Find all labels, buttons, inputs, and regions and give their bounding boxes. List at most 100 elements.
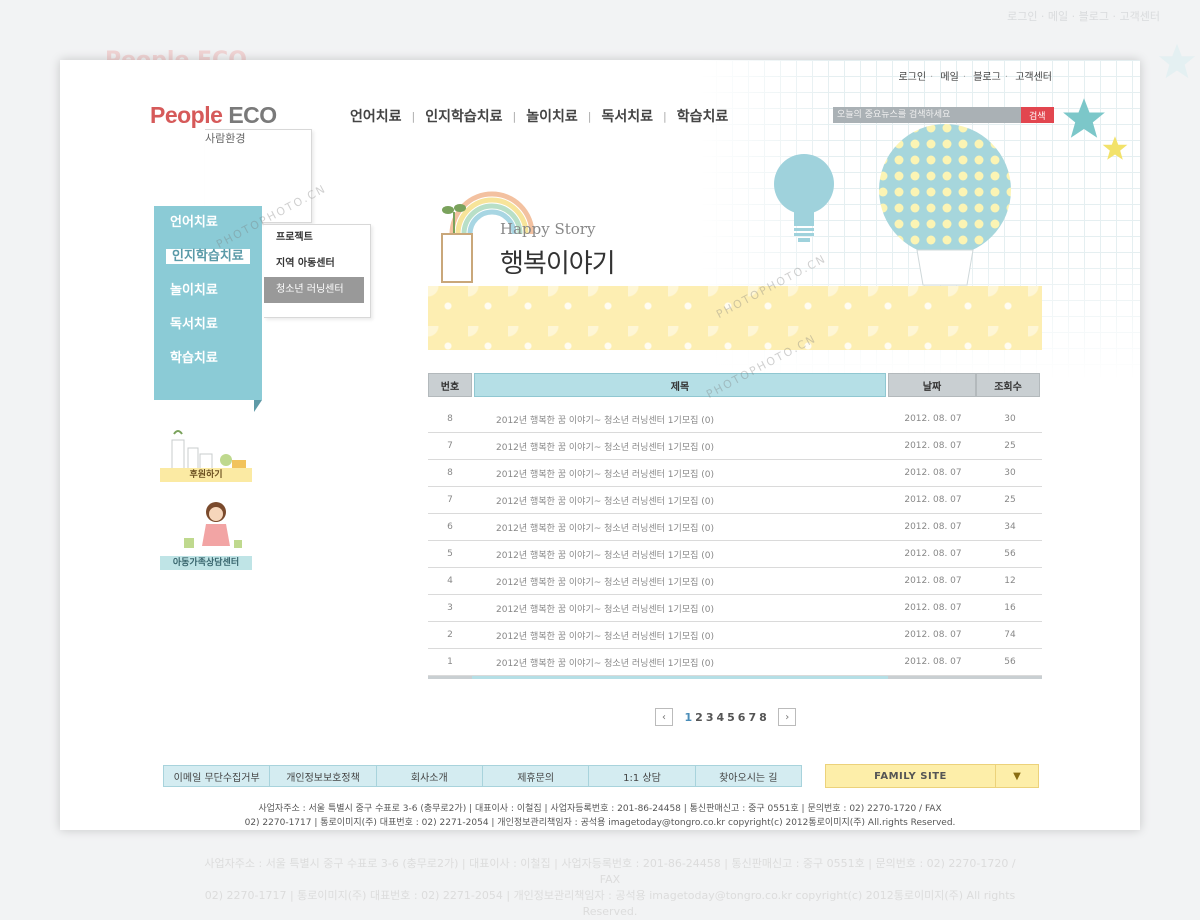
- customer-center-link[interactable]: 고객센터: [1015, 72, 1052, 83]
- page-number[interactable]: 3: [706, 711, 714, 724]
- board-table: 번호 제목 날짜 조회수 8 2012년 행복한 꿈 이야기~ 청소년 러닝센터 …: [428, 373, 1042, 679]
- address-line: 사업자주소 : 서울 특별시 중구 수표로 3-6 (충무로2가) | 대표이사…: [258, 804, 942, 814]
- table-row[interactable]: 7 2012년 행복한 꿈 이야기~ 청소년 러닝센터 1기모집 (0) 2012.…: [428, 433, 1042, 460]
- counsel-center-banner[interactable]: 아동가족상담센터: [160, 500, 252, 570]
- cell-views: 56: [1004, 657, 1016, 667]
- footer-link-privacy-policy[interactable]: 개인정보보호정책: [270, 766, 377, 786]
- cell-number: 7: [447, 495, 453, 505]
- pagination: ‹ 12345678 ›: [655, 708, 797, 726]
- star-icon: [1063, 98, 1105, 138]
- brand-name: People ECO: [150, 102, 277, 129]
- cell-number: 3: [447, 603, 453, 613]
- table-row[interactable]: 8 2012년 행복한 꿈 이야기~ 청소년 러닝센터 1기모집 (0) 2012.…: [428, 460, 1042, 487]
- cell-title[interactable]: 2012년 행복한 꿈 이야기~ 청소년 러닝센터 1기모집 (0): [472, 467, 888, 480]
- cell-date: 2012. 08. 07: [904, 441, 962, 451]
- ghost-footer: 사업자주소 : 서울 특별시 중구 수표로 3-6 (충무로2가) | 대표이사…: [200, 856, 1020, 920]
- sidebar-fold: [254, 400, 262, 412]
- footer-link-partnership[interactable]: 제휴문의: [483, 766, 590, 786]
- lightbulb-icon: [774, 154, 834, 242]
- table-row[interactable]: 6 2012년 행복한 꿈 이야기~ 청소년 러닝센터 1기모집 (0) 2012.…: [428, 514, 1042, 541]
- sidebar-item-label: 언어치료: [170, 215, 218, 230]
- nav-item-reading-therapy[interactable]: 독서치료: [602, 106, 654, 126]
- cell-date: 2012. 08. 07: [904, 603, 962, 613]
- nav-item-language-therapy[interactable]: 언어치료: [350, 106, 402, 126]
- address-line: 02) 2270-1717 | 통로이미지(주) 대표번호 : 02) 2271…: [244, 818, 956, 828]
- support-banner[interactable]: 후원하기: [160, 426, 252, 482]
- counsel-center-banner-label: 아동가족상담센터: [160, 556, 252, 570]
- cell-title[interactable]: 2012년 행복한 꿈 이야기~ 청소년 러닝센터 1기모집 (0): [472, 629, 888, 642]
- brand-eco: ECO: [228, 102, 277, 128]
- header-title: 제목: [474, 373, 886, 397]
- page-title: 행복이야기: [500, 249, 616, 279]
- city-illustration-icon: [171, 430, 246, 470]
- table-body: 8 2012년 행복한 꿈 이야기~ 청소년 러닝센터 1기모집 (0) 2012.…: [428, 406, 1042, 676]
- cell-title[interactable]: 2012년 행복한 꿈 이야기~ 청소년 러닝센터 1기모집 (0): [472, 440, 888, 453]
- nav-item-cognitive-therapy[interactable]: 인지학습치료: [425, 106, 502, 126]
- table-row[interactable]: 3 2012년 행복한 꿈 이야기~ 청소년 러닝센터 1기모집 (0) 2012.…: [428, 595, 1042, 622]
- page-numbers: 12345678: [683, 711, 768, 724]
- polka-dot-balloon-icon: [879, 124, 1011, 286]
- cell-number: 4: [447, 576, 453, 586]
- submenu-item-youth-learning-center[interactable]: 청소년 러닝센터: [264, 277, 364, 303]
- cell-views: 74: [1004, 630, 1016, 640]
- page-number[interactable]: 5: [727, 711, 735, 724]
- footer-link-consulting[interactable]: 1:1 상담: [589, 766, 696, 786]
- cell-date: 2012. 08. 07: [904, 657, 962, 667]
- mail-link[interactable]: 메일: [940, 72, 958, 83]
- blog-link[interactable]: 블로그: [973, 72, 1001, 83]
- footer-link-directions[interactable]: 찾아오시는 길: [696, 766, 801, 786]
- cell-views: 16: [1004, 603, 1016, 613]
- submenu-item-project[interactable]: 프로젝트: [264, 225, 370, 251]
- submenu-item-local-center[interactable]: 지역 아동센터: [264, 251, 370, 277]
- sidebar-item-reading-therapy[interactable]: 독서치료: [154, 308, 262, 342]
- prev-page-button[interactable]: ‹: [655, 708, 673, 726]
- table-row[interactable]: 1 2012년 행복한 꿈 이야기~ 청소년 러닝센터 1기모집 (0) 2012.…: [428, 649, 1042, 676]
- next-page-button[interactable]: ›: [778, 708, 797, 726]
- main-nav: 언어치료 | 인지학습치료 | 놀이치료 | 독서치료 | 학습치료: [350, 106, 728, 126]
- ghost-star-icon: [1158, 43, 1196, 79]
- login-link[interactable]: 로그인: [898, 72, 926, 83]
- cell-title[interactable]: 2012년 행복한 꿈 이야기~ 청소년 러닝센터 1기모집 (0): [472, 521, 888, 534]
- sidebar-item-learning-therapy[interactable]: 학습치료: [154, 342, 262, 376]
- nav-item-learning-therapy[interactable]: 학습치료: [677, 106, 729, 126]
- logo[interactable]: People ECO 사람환경: [150, 102, 312, 223]
- footer-link-email-refusal[interactable]: 이메일 무단수집거부: [164, 766, 271, 786]
- nav-item-play-therapy[interactable]: 놀이치료: [526, 106, 578, 126]
- cell-views: 25: [1004, 495, 1016, 505]
- cell-number: 8: [447, 468, 453, 478]
- page-number[interactable]: 1: [685, 711, 693, 724]
- heading-english: Happy Story: [500, 220, 596, 238]
- table-row[interactable]: 4 2012년 행복한 꿈 이야기~ 청소년 러닝센터 1기모집 (0) 2012.…: [428, 568, 1042, 595]
- table-row[interactable]: 2 2012년 행복한 꿈 이야기~ 청소년 러닝센터 1기모집 (0) 2012.…: [428, 622, 1042, 649]
- cell-title[interactable]: 2012년 행복한 꿈 이야기~ 청소년 러닝센터 1기모집 (0): [472, 413, 888, 426]
- page-number[interactable]: 6: [738, 711, 746, 724]
- page-number[interactable]: 4: [716, 711, 724, 724]
- search-button[interactable]: 검색: [1021, 107, 1054, 123]
- page-number[interactable]: 7: [748, 711, 756, 724]
- ghost-util-links: 로그인 · 메일 · 블로그 · 고객센터: [1007, 10, 1160, 23]
- sidebar-item-cognitive-therapy[interactable]: 인지학습치료: [154, 240, 262, 274]
- sidebar-item-label: 학습치료: [170, 351, 218, 366]
- table-row[interactable]: 7 2012년 행복한 꿈 이야기~ 청소년 러닝센터 1기모집 (0) 2012.…: [428, 487, 1042, 514]
- cell-date: 2012. 08. 07: [904, 522, 962, 532]
- page-number[interactable]: 8: [759, 711, 767, 724]
- cell-date: 2012. 08. 07: [904, 630, 962, 640]
- cell-number: 1: [447, 657, 453, 667]
- family-site-select[interactable]: FAMILY SITE ▼: [825, 764, 1039, 788]
- cell-number: 2: [447, 630, 453, 640]
- cell-title[interactable]: 2012년 행복한 꿈 이야기~ 청소년 러닝센터 1기모집 (0): [472, 494, 888, 507]
- cell-date: 2012. 08. 07: [904, 549, 962, 559]
- footer-link-about[interactable]: 회사소개: [377, 766, 483, 786]
- sidebar-item-play-therapy[interactable]: 놀이치료: [154, 274, 262, 308]
- cell-date: 2012. 08. 07: [904, 414, 962, 424]
- header-date: 날짜: [888, 373, 976, 397]
- cell-title[interactable]: 2012년 행복한 꿈 이야기~ 청소년 러닝센터 1기모집 (0): [472, 656, 888, 669]
- table-row[interactable]: 8 2012년 행복한 꿈 이야기~ 청소년 러닝센터 1기모집 (0) 2012.…: [428, 406, 1042, 433]
- cell-title[interactable]: 2012년 행복한 꿈 이야기~ 청소년 러닝센터 1기모집 (0): [472, 548, 888, 561]
- chevron-down-icon: ▼: [995, 765, 1038, 787]
- cell-title[interactable]: 2012년 행복한 꿈 이야기~ 청소년 러닝센터 1기모집 (0): [472, 602, 888, 615]
- table-row[interactable]: 5 2012년 행복한 꿈 이야기~ 청소년 러닝센터 1기모집 (0) 2012.…: [428, 541, 1042, 568]
- page-number[interactable]: 2: [695, 711, 703, 724]
- cell-title[interactable]: 2012년 행복한 꿈 이야기~ 청소년 러닝센터 1기모집 (0): [472, 575, 888, 588]
- submenu: 프로젝트 지역 아동센터 청소년 러닝센터: [264, 224, 371, 318]
